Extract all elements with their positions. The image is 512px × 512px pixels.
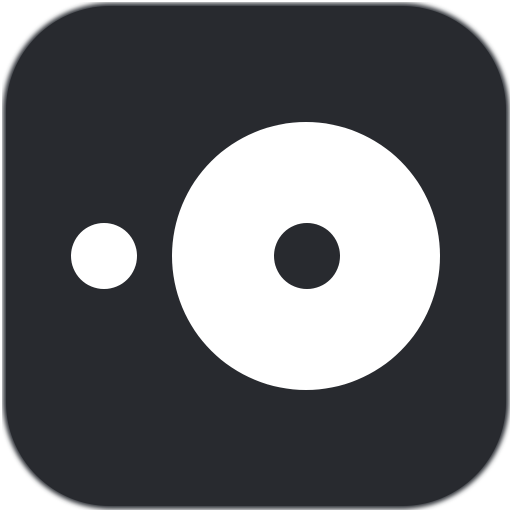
icon-canvas (0, 0, 512, 512)
lens-center (274, 223, 340, 289)
camera-lens-icon (3, 3, 509, 509)
indicator-dot (71, 223, 137, 289)
app-icon[interactable] (2, 2, 510, 510)
